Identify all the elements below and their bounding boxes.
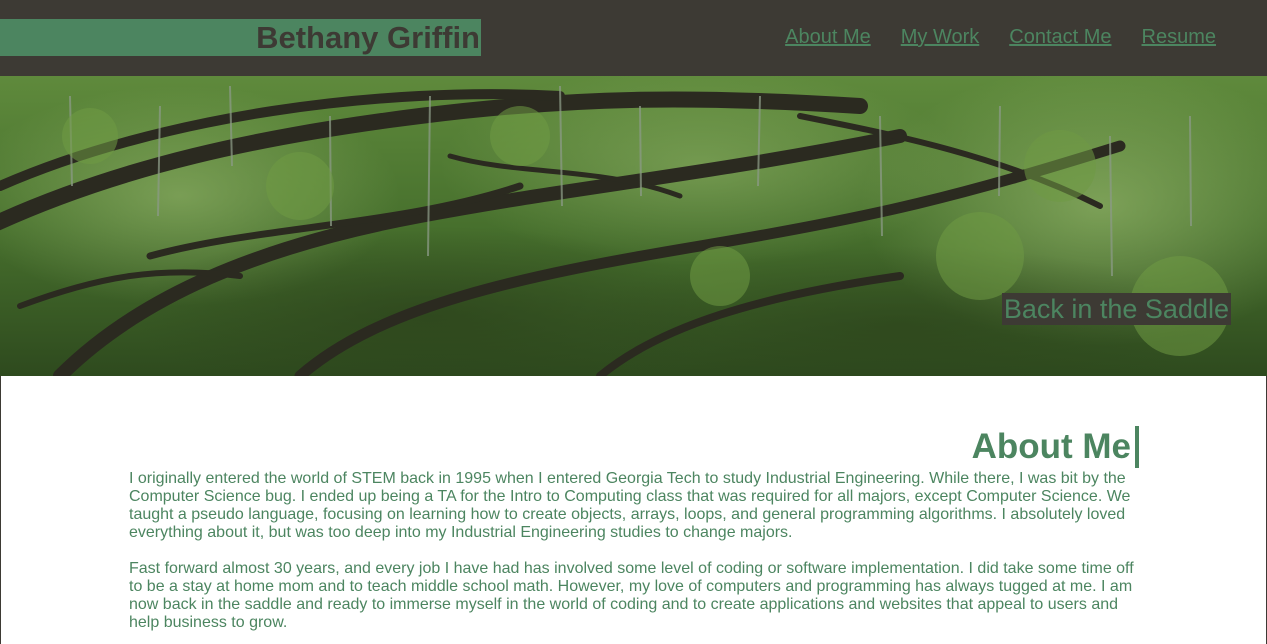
site-title: Bethany Griffin — [256, 20, 480, 55]
site-header: Bethany Griffin About Me My Work Contact… — [0, 0, 1267, 76]
hero-caption: Back in the Saddle — [1001, 293, 1231, 325]
hero-image — [0, 76, 1267, 376]
nav-link-my-work[interactable]: My Work — [901, 24, 980, 50]
about-paragraph: Fast forward almost 30 years, and every … — [129, 560, 1134, 631]
hero-banner: Back in the Saddle — [0, 76, 1267, 376]
about-section: About Me I originally entered the world … — [0, 376, 1267, 644]
main-nav: About Me My Work Contact Me Resume — [755, 24, 1216, 50]
nav-link-contact-me[interactable]: Contact Me — [1009, 24, 1111, 50]
section-title: About Me — [972, 426, 1139, 468]
brand-banner: Bethany Griffin — [0, 19, 481, 56]
about-paragraph: I originally entered the world of STEM b… — [129, 470, 1131, 541]
about-text: I originally entered the world of STEM b… — [129, 470, 1141, 644]
nav-link-resume[interactable]: Resume — [1142, 24, 1216, 50]
nav-link-about-me[interactable]: About Me — [785, 24, 871, 50]
